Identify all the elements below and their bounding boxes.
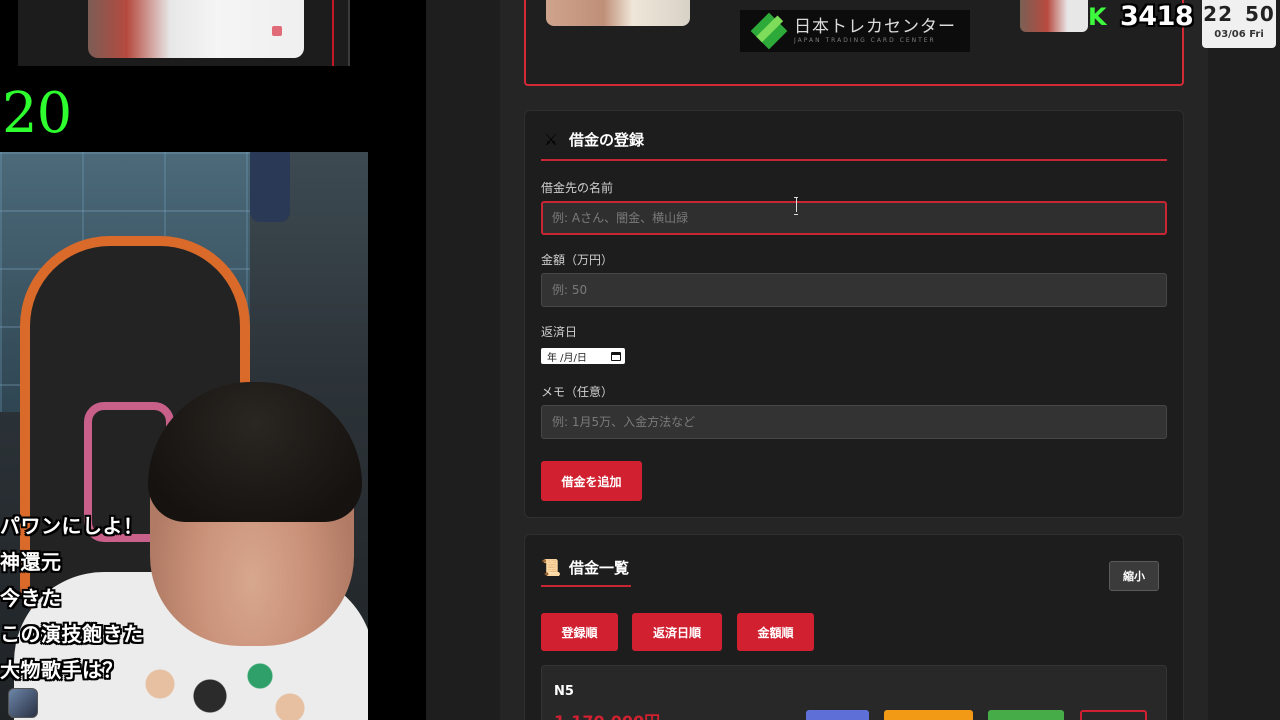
logo-diamond-icon: [750, 12, 788, 50]
memo-input[interactable]: 例: 1月5万、入金方法など: [541, 405, 1167, 439]
lender-name-input[interactable]: 例: Aさん、闇金、横山緑: [541, 201, 1167, 235]
title-underline: [541, 585, 631, 587]
crossed-swords-icon: ⚔: [543, 130, 559, 149]
entry-action-button[interactable]: [884, 710, 973, 720]
list-heading: 📜 借金一覧: [541, 557, 629, 578]
chat-comment: パワンにしよ！: [0, 514, 144, 538]
sort-by-due-date-button[interactable]: 返済日順: [632, 613, 722, 651]
sort-by-amount-button[interactable]: 金額順: [737, 613, 814, 651]
viewer-counter: 20: [2, 81, 72, 146]
entry-action-button[interactable]: [988, 710, 1064, 720]
logo-text: 日本トレカセンター: [794, 17, 956, 37]
shrink-button[interactable]: 縮小: [1109, 561, 1159, 591]
list-title: 借金一覧: [569, 559, 630, 577]
debt-tracker-app: 日本トレカセンター JAPAN TRADING CARD CENTER ⚔ 借金…: [500, 0, 1208, 720]
add-debt-button[interactable]: 借金を追加: [541, 461, 642, 501]
entry-delete-button[interactable]: [1080, 710, 1147, 720]
stream-thumbnail: [18, 0, 350, 66]
chat-comment: 今きた: [0, 586, 62, 610]
k-badge-icon: K: [1088, 3, 1107, 31]
memo-label: メモ（任意）: [541, 385, 614, 399]
text-cursor-icon: [794, 197, 798, 215]
stream-thumbnail: [1020, 0, 1088, 32]
chat-comment: 神還元: [0, 550, 62, 574]
sponsor-logo: 日本トレカセンター JAPAN TRADING CARD CENTER: [740, 10, 970, 52]
sort-by-registration-button[interactable]: 登録順: [541, 613, 618, 651]
avatar: [8, 688, 38, 718]
chat-comments: パワンにしよ！ 神還元 今きた この演技飽きた 大物歌手は？: [0, 508, 370, 688]
chat-comment: 大物歌手は？: [0, 658, 123, 682]
register-title: 借金の登録: [569, 131, 645, 149]
calendar-icon[interactable]: [611, 351, 621, 361]
register-heading: ⚔ 借金の登録: [541, 129, 644, 150]
k-count: 3418: [1120, 1, 1194, 32]
register-debt-card: ⚔ 借金の登録 借金先の名前 例: Aさん、闇金、横山緑 金額（万円） 例: 5…: [524, 110, 1184, 518]
entry-action-button[interactable]: [806, 710, 869, 720]
screen: 20 パワンにしよ！ 神還元 今きた この演技飽きた 大物歌手は？ 日本トレカセ…: [0, 0, 1280, 720]
stream-overlay: 20 パワンにしよ！ 神還元 今きた この演技飽きた 大物歌手は？: [0, 0, 426, 720]
title-underline: [541, 159, 1167, 161]
due-date-input[interactable]: 年 /月/日: [541, 348, 625, 364]
date-placeholder: 年 /月/日: [547, 352, 587, 364]
banner-thumbnail: [546, 0, 690, 26]
debt-entry: N5 1,170,000円: [541, 665, 1167, 720]
logo-subtext: JAPAN TRADING CARD CENTER: [794, 37, 936, 44]
debt-entry-name: N5: [554, 684, 574, 699]
debt-entry-amount: 1,170,000円: [554, 708, 660, 720]
debt-list-card: 📜 借金一覧 縮小 登録順 返済日順 金額順 N5 1,170,000円: [524, 534, 1184, 720]
clock-time: 22 50: [1203, 2, 1275, 26]
clock-widget: 22 50 03/06 Fri: [1202, 0, 1276, 48]
scroll-icon: 📜: [541, 558, 561, 577]
amount-input[interactable]: 例: 50: [541, 273, 1167, 307]
chat-comment: この演技飽きた: [0, 622, 144, 646]
name-label: 借金先の名前: [541, 181, 614, 195]
amount-label: 金額（万円）: [541, 253, 614, 267]
clock-date: 03/06 Fri: [1214, 29, 1264, 40]
due-date-label: 返済日: [541, 325, 578, 339]
